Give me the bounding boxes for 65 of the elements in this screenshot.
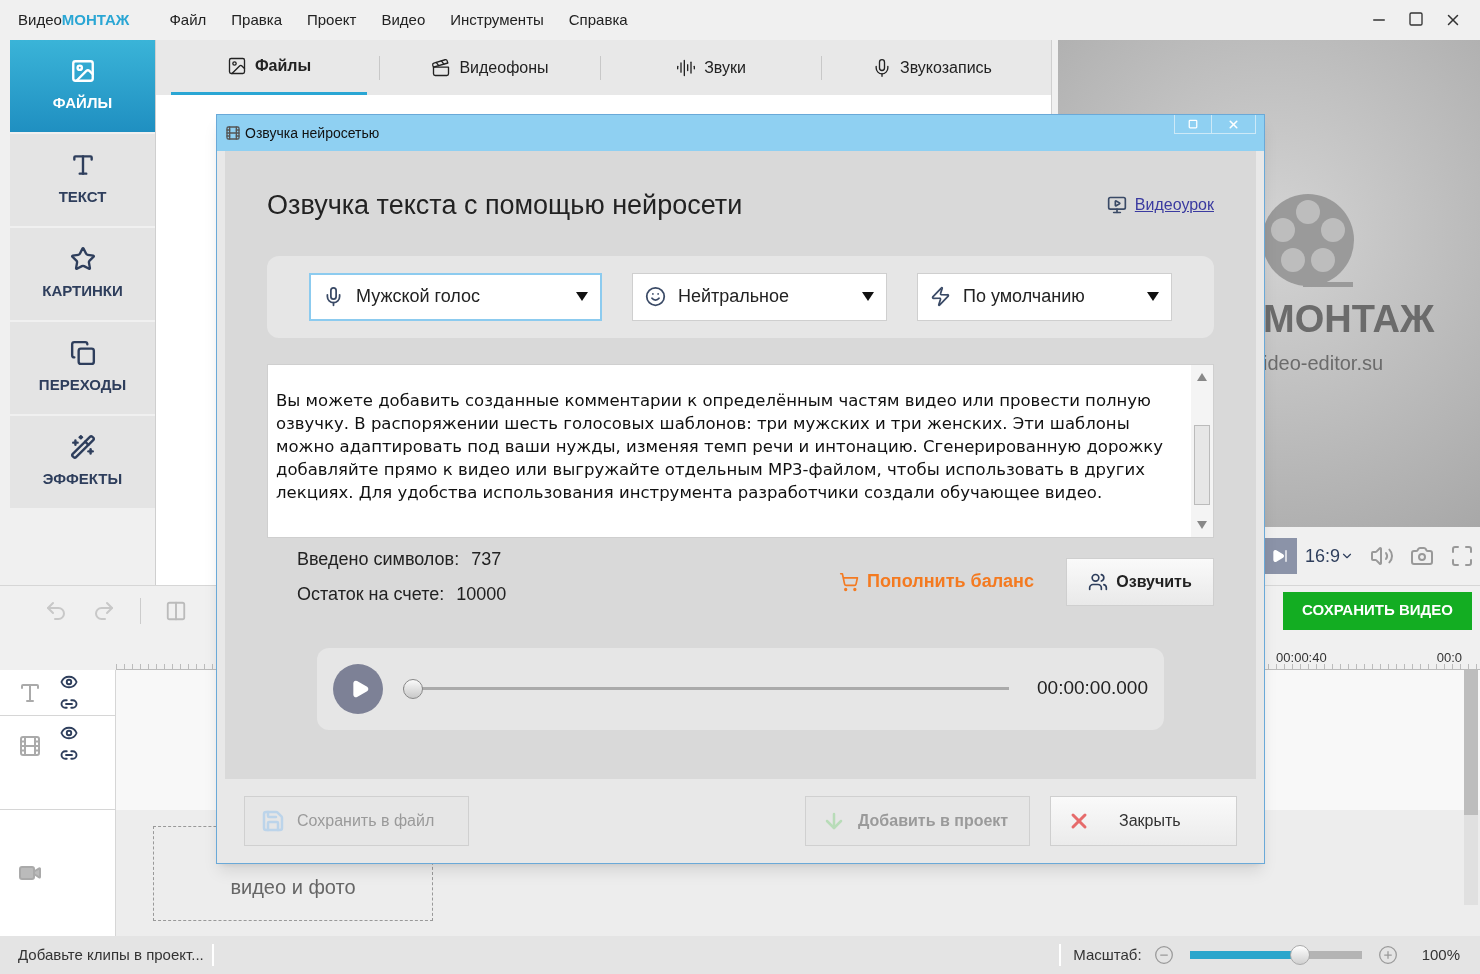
cart-icon bbox=[838, 571, 859, 592]
volume-icon[interactable] bbox=[1370, 544, 1395, 568]
save-icon bbox=[261, 809, 285, 833]
tab[interactable]: Файлы bbox=[171, 40, 367, 95]
tab[interactable]: Видеофоны bbox=[392, 40, 588, 95]
fullscreen-icon[interactable] bbox=[1450, 544, 1475, 568]
dropdown-arrow-icon bbox=[861, 292, 874, 301]
menu-item[interactable]: Видео bbox=[381, 8, 426, 32]
zoom-in-icon[interactable] bbox=[1377, 945, 1398, 965]
skip-end-button[interactable] bbox=[1263, 538, 1297, 574]
zoom-thumb[interactable] bbox=[1289, 945, 1310, 965]
tab[interactable]: Звукозапись bbox=[834, 40, 1030, 95]
zoom-slider[interactable] bbox=[1189, 944, 1362, 966]
sidebar-item[interactable]: ТЕКСТ bbox=[10, 134, 155, 226]
video-lesson-icon bbox=[1106, 195, 1127, 216]
time-display: 00:00:00.000 bbox=[1037, 676, 1148, 701]
scrollbar[interactable] bbox=[1464, 670, 1478, 905]
sidebar-item[interactable]: ЭФФЕКТЫ bbox=[10, 416, 155, 508]
stat-value: 10000 bbox=[456, 582, 507, 606]
scroll-down-icon[interactable] bbox=[1197, 520, 1207, 529]
tutorial-link[interactable]: Видеоурок bbox=[1134, 193, 1214, 218]
close-icon bbox=[1227, 117, 1240, 131]
zoom-label: Масштаб: bbox=[1073, 944, 1142, 965]
play-icon bbox=[350, 678, 370, 699]
stat-label: Остаток на счете: bbox=[297, 582, 445, 606]
menu-item[interactable]: Проект bbox=[307, 8, 357, 32]
status-message: Добавьте клипы в проект... bbox=[0, 943, 214, 967]
scroll-up-icon[interactable] bbox=[1197, 372, 1207, 381]
voice-button[interactable]: Озвучить bbox=[1066, 557, 1214, 606]
menu-item[interactable]: Инструменты bbox=[450, 8, 544, 32]
seek-slider[interactable] bbox=[403, 677, 1010, 700]
maximize-icon[interactable] bbox=[1408, 11, 1424, 27]
ruler-time: 00:0 bbox=[1436, 649, 1462, 667]
sidebar-item[interactable]: ПЕРЕХОДЫ bbox=[10, 322, 155, 414]
stat-label: Введено символов: bbox=[297, 547, 460, 571]
seek-handle[interactable] bbox=[403, 678, 423, 699]
stat-value: 737 bbox=[471, 547, 502, 571]
aspect-selector[interactable]: 16:9 bbox=[1305, 542, 1355, 570]
menu-item[interactable]: Файл bbox=[169, 8, 207, 32]
visibility-icon[interactable] bbox=[60, 724, 78, 742]
dialog-title: Озвучка нейросетью bbox=[245, 123, 380, 143]
ruler-time: 00:00:40 bbox=[1276, 649, 1327, 667]
film-track-icon bbox=[18, 734, 42, 758]
menu-item[interactable]: Справка bbox=[568, 8, 628, 32]
brand-text: МОНТАЖ bbox=[1263, 300, 1436, 338]
dropdown[interactable]: Мужской голос bbox=[309, 272, 602, 321]
dialog-heading: Озвучка текста с помощью нейросети bbox=[267, 189, 743, 222]
zoom-out-icon[interactable] bbox=[1153, 945, 1174, 965]
dropdown[interactable]: По умолчанию bbox=[916, 272, 1172, 321]
camera-icon[interactable] bbox=[1410, 544, 1435, 568]
close-button[interactable]: Закрыть bbox=[1050, 796, 1237, 846]
maximize-icon bbox=[1188, 119, 1198, 129]
sidebar-item[interactable]: КАРТИНКИ bbox=[10, 228, 155, 320]
app-logo: ВидеоМОНТАЖ bbox=[18, 9, 130, 30]
zoom-value: 100% bbox=[1421, 944, 1460, 965]
split-icon[interactable] bbox=[165, 599, 187, 622]
scrollbar[interactable] bbox=[1191, 364, 1213, 537]
dropdown-arrow-icon bbox=[575, 292, 588, 301]
menu-item[interactable]: Правка bbox=[231, 8, 282, 32]
dropdown-arrow-icon bbox=[1147, 292, 1159, 301]
site-text: ideo-editor.su bbox=[1263, 351, 1385, 376]
tab[interactable]: Звуки bbox=[613, 40, 809, 95]
dropdown[interactable]: Нейтральное bbox=[631, 272, 887, 321]
skip-end-icon bbox=[1272, 548, 1288, 564]
play-button[interactable] bbox=[333, 663, 383, 714]
